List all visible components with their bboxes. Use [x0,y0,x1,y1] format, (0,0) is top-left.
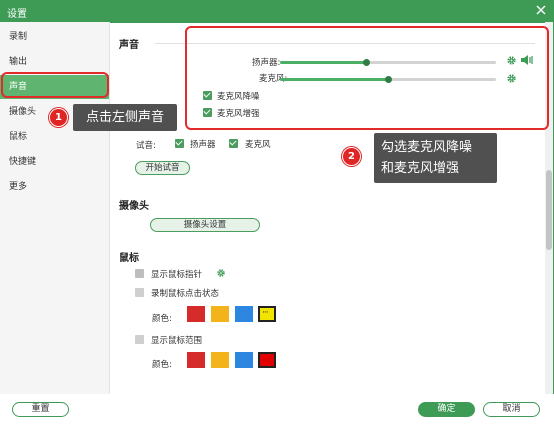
show-range-checkbox[interactable] [135,335,144,344]
scroll-thumb[interactable] [546,170,552,250]
step-1-badge: 1 [49,108,68,127]
sound-section-title: 声音 [119,40,139,51]
show-range-label: 显示鼠标范围 [151,336,203,346]
click-color-label: 颜色: [152,314,172,324]
sidebar-item-record[interactable]: 录制 [0,25,109,49]
range-color-swatch-selected[interactable] [258,352,276,368]
click-color-swatch-yellow-selected[interactable]: ··· [258,306,276,322]
test-speaker-label: 扬声器 [190,140,216,150]
click-color-swatch-red[interactable] [187,306,205,322]
sidebar-item-hotkeys[interactable]: 快捷键 [0,150,109,174]
show-pointer-checkbox[interactable] [135,269,144,278]
pointer-gear-icon[interactable] [216,268,226,278]
range-color-swatch-blue[interactable] [235,352,253,368]
test-mic-label: 麦克风 [245,140,271,150]
click-color-swatch-orange[interactable] [211,306,229,322]
step-2-callout: 勾选麦克风降噪 和麦克风增强 [374,133,497,183]
range-color-swatch-orange[interactable] [211,352,229,368]
step-2-line-2: 和麦克风增强 [381,161,460,176]
mouse-section-title: 鼠标 [119,253,139,264]
test-mic-checkbox[interactable] [229,139,238,148]
click-color-swatch-blue[interactable] [235,306,253,322]
sidebar-item-output[interactable]: 输出 [0,50,109,74]
start-test-button[interactable]: 开始试音 [135,161,190,175]
range-color-swatch-red[interactable] [187,352,205,368]
close-icon[interactable] [534,3,548,17]
mic-options-highlight-box [185,26,549,130]
more-dots-icon: ··· [262,308,269,318]
test-label: 试音: [136,141,156,151]
record-click-label: 录制鼠标点击状态 [151,289,220,299]
sound-highlight-box [1,72,109,98]
record-click-checkbox[interactable] [135,288,144,297]
step-1-callout: 点击左侧声音 [73,104,177,131]
reset-button[interactable]: 重置 [12,402,69,417]
test-speaker-checkbox[interactable] [175,139,184,148]
range-color-label: 颜色: [152,360,172,370]
show-pointer-label: 显示鼠标指针 [151,270,203,280]
window-title: 设置 [7,9,27,20]
cancel-button[interactable]: 取消 [483,402,540,417]
title-bar: 设置 [0,0,554,22]
step-2-line-1: 勾选麦克风降噪 [381,140,473,155]
step-2-badge: 2 [342,147,361,166]
ok-button[interactable]: 确定 [418,402,475,417]
camera-settings-button[interactable]: 摄像头设置 [150,218,260,232]
camera-section-title: 摄像头 [119,201,149,212]
footer: 重置 确定 取消 [0,394,554,430]
sidebar-item-more[interactable]: 更多 [0,175,109,199]
